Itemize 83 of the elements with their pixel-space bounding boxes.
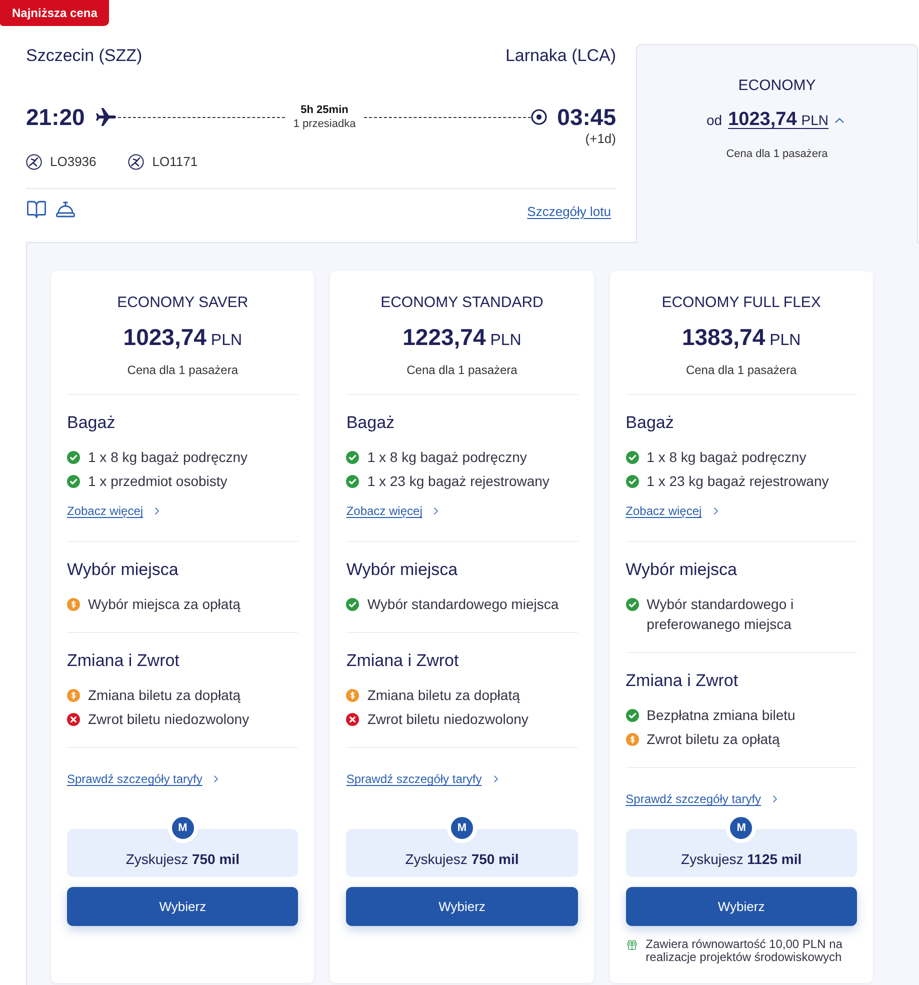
stops-count: 1 przesiadka [293, 117, 356, 131]
price-note: Cena dla 1 pasażera [406, 362, 518, 378]
feature-text: 1 x 8 kg bagaż podręczny [646, 448, 806, 467]
feature-text: 1 x 23 kg bagaż rejestrowany [367, 472, 550, 491]
day-offset: (+1d) [585, 131, 616, 147]
feature-text: 1 x 8 kg bagaż podręczny [367, 448, 527, 467]
section-title: Wybór miejsca [346, 559, 459, 581]
departure-time: 21:20 [26, 103, 85, 131]
fare-name: ECONOMY STANDARD [380, 293, 544, 313]
dollar-coin-icon [346, 689, 360, 702]
check-circle-icon [626, 475, 639, 488]
price-note: Cena dla 1 pasażera [127, 362, 238, 378]
check-circle-icon [346, 598, 360, 611]
check-circle-icon [626, 709, 639, 722]
fare-details-link[interactable]: Sprawdź szczegóły taryfy [346, 771, 502, 787]
miles-earned: Zyskujesz 1125 mil [681, 850, 802, 869]
flight-details-link[interactable]: Szczegóły lotu [527, 204, 611, 220]
check-circle-icon [346, 475, 360, 488]
select-button[interactable]: Wybierz [67, 887, 298, 926]
price-note: Cena dla 1 pasażera [686, 362, 797, 378]
miles-earned: Zyskujesz 750 mil [405, 850, 519, 869]
section-title: Zmiana i Zwrot [626, 670, 740, 692]
bird-emblem-icon [128, 154, 144, 170]
feature-text: 1 x 23 kg bagaż rejestrowany [646, 472, 829, 491]
price-prefix: od [706, 111, 722, 130]
fare-name: ECONOMY FULL FLEX [662, 293, 821, 313]
miles-earned: Zyskujesz 750 mil [126, 850, 240, 869]
book-icon [26, 199, 47, 220]
cabin-name: ECONOMY [738, 76, 816, 96]
dollar-coin-icon [67, 598, 80, 611]
bird-emblem-icon [26, 154, 42, 170]
check-circle-icon [626, 451, 639, 464]
origin-city: Szczecin (SZZ) [26, 45, 142, 67]
select-button[interactable]: Wybierz [626, 887, 857, 926]
see-more-link[interactable]: Zobacz więcej [67, 503, 164, 519]
flight-duration: 5h 25min [300, 103, 348, 117]
dollar-coin-icon [626, 733, 639, 746]
gift-icon [626, 939, 638, 951]
eco-footnote: Zawiera równowartość 10,00 PLN na realizacje projektów środowiskowych [646, 938, 844, 964]
fare-price: 1383,74 PLN [682, 323, 801, 352]
section-title: Bagaż [626, 412, 675, 434]
section-title: Zmiana i Zwrot [67, 650, 180, 672]
feature-text: Bezpłatna zmiana biletu [646, 706, 796, 725]
cross-circle-icon [67, 713, 80, 726]
fare-details-link[interactable]: Sprawdź szczegóły taryfy [67, 771, 222, 787]
service-bell-icon [55, 199, 76, 220]
flight-number: LO1171 [152, 153, 198, 171]
fare-price: 1023,74 PLN [123, 323, 242, 352]
section-title: Wybór miejsca [626, 559, 738, 581]
fare-price: 1223,74 PLN [402, 323, 522, 352]
flight-number: LO3936 [50, 153, 96, 171]
feature-text: Zmiana biletu za dopłatą [88, 686, 241, 705]
lowest-price-badge: Najniższa cena [0, 0, 110, 26]
section-title: Bagaż [346, 412, 396, 434]
feature-text: Zwrot biletu niedozwolony [88, 710, 250, 729]
feature-text: Wybór standardowego i preferowanego miejsca [646, 595, 795, 634]
price-toggle[interactable]: 1023,74 PLN [728, 106, 848, 134]
dollar-coin-icon [67, 689, 80, 702]
feature-text: Zwrot biletu za opłatą [646, 730, 780, 749]
check-circle-icon [346, 451, 360, 464]
see-more-link[interactable]: Zobacz więcej [346, 503, 442, 519]
select-button[interactable]: Wybierz [346, 887, 578, 926]
target-ring-icon [531, 109, 548, 125]
destination-city: Larnaka (LCA) [505, 45, 616, 67]
airplane-icon [94, 105, 118, 129]
section-title: Zmiana i Zwrot [346, 650, 460, 672]
feature-text: Wybór standardowego miejsca [367, 595, 559, 614]
feature-text: Zmiana biletu za dopłatą [367, 686, 520, 705]
feature-text: 1 x przedmiot osobisty [88, 472, 228, 491]
check-circle-icon [67, 475, 80, 488]
fare-name: ECONOMY SAVER [117, 293, 248, 313]
feature-text: Zwrot biletu niedozwolony [367, 710, 528, 729]
see-more-link[interactable]: Zobacz więcej [626, 503, 722, 519]
check-circle-icon [67, 451, 80, 464]
section-title: Bagaż [67, 412, 116, 434]
cross-circle-icon [346, 713, 360, 726]
check-circle-icon [626, 598, 639, 611]
feature-text: 1 x 8 kg bagaż podręczny [88, 448, 248, 467]
arrival-time: 03:45 [557, 103, 616, 131]
price-note: Cena dla 1 pasażera [726, 147, 828, 161]
fare-details-link[interactable]: Sprawdź szczegóły taryfy [626, 791, 782, 807]
feature-text: Wybór miejsca za opłatą [88, 595, 240, 614]
section-title: Wybór miejsca [67, 559, 180, 581]
